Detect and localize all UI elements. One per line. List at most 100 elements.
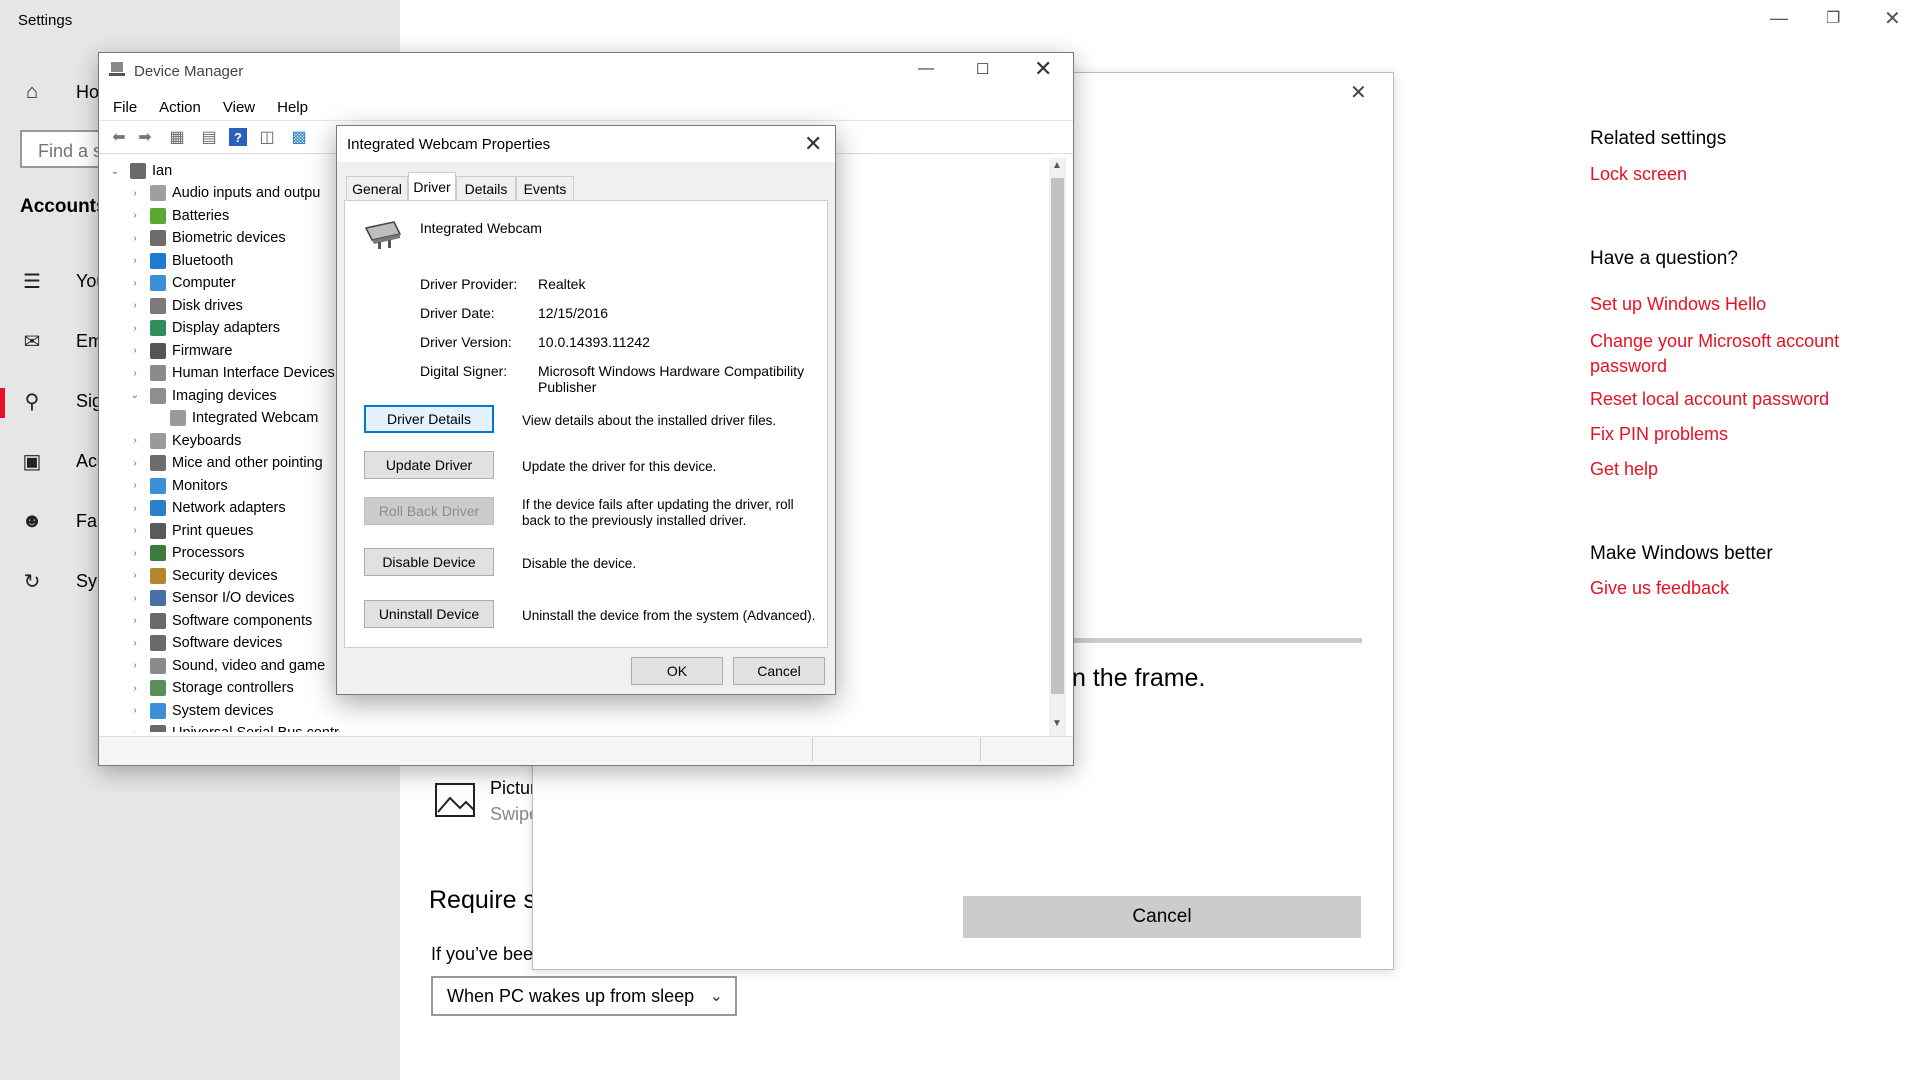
tree-item[interactable]: › Sound, video and game bbox=[128, 655, 325, 677]
cancel-button[interactable]: Cancel bbox=[733, 657, 825, 685]
tree-root[interactable]: ⌄ Ian bbox=[108, 160, 172, 182]
dm-maximize-button[interactable]: ☐ bbox=[976, 60, 989, 78]
properties-icon[interactable]: ▤ bbox=[197, 126, 221, 148]
change-ms-password-link[interactable]: Change your Microsoft account password bbox=[1590, 329, 1880, 379]
chevron-right-icon[interactable]: › bbox=[128, 660, 142, 671]
chevron-down-icon[interactable]: ⌄ bbox=[128, 390, 142, 401]
tree-item[interactable]: › Universal Serial Bus controllers bbox=[128, 722, 340, 732]
device-category-icon bbox=[150, 612, 166, 629]
tree-item[interactable]: › Network adapters bbox=[128, 497, 286, 519]
driver-details-button[interactable]: Driver Details bbox=[364, 405, 494, 433]
tab-events[interactable]: Events bbox=[516, 176, 574, 200]
chevron-right-icon[interactable]: › bbox=[128, 458, 142, 469]
fix-pin-link[interactable]: Fix PIN problems bbox=[1590, 424, 1728, 445]
lock-screen-link[interactable]: Lock screen bbox=[1590, 164, 1687, 185]
tree-item[interactable]: ⌄ Imaging devices bbox=[128, 385, 277, 407]
feedback-link[interactable]: Give us feedback bbox=[1590, 578, 1729, 599]
tab-details[interactable]: Details bbox=[456, 176, 516, 200]
tree-item[interactable]: › Batteries bbox=[128, 205, 229, 227]
tree-item[interactable]: › Human Interface Devices bbox=[128, 362, 335, 384]
chevron-right-icon[interactable]: › bbox=[128, 683, 142, 694]
update-driver-button[interactable]: Update Driver bbox=[364, 451, 494, 479]
chevron-right-icon[interactable]: › bbox=[128, 435, 142, 446]
menu-action[interactable]: Action bbox=[159, 99, 201, 116]
tree-item[interactable]: › Audio inputs and outpu bbox=[128, 182, 320, 204]
scroll-down-arrow-icon[interactable]: ▼ bbox=[1052, 718, 1062, 729]
menu-help[interactable]: Help bbox=[277, 99, 308, 116]
ok-button[interactable]: OK bbox=[631, 657, 723, 685]
chevron-down-icon[interactable]: ⌄ bbox=[108, 166, 122, 177]
dialog-close-icon[interactable]: ✕ bbox=[804, 131, 822, 157]
chevron-right-icon[interactable]: › bbox=[128, 638, 142, 649]
setup-hello-link[interactable]: Set up Windows Hello bbox=[1590, 294, 1766, 315]
chevron-right-icon[interactable]: › bbox=[128, 615, 142, 626]
device-category-icon bbox=[150, 522, 166, 539]
close-button[interactable]: ✕ bbox=[1884, 6, 1901, 31]
disable-device-button[interactable]: Disable Device bbox=[364, 548, 494, 576]
tree-item[interactable]: › Computer bbox=[128, 272, 236, 294]
tree-item[interactable]: › Firmware bbox=[128, 340, 232, 362]
restore-button[interactable]: ❐ bbox=[1826, 8, 1840, 28]
chevron-right-icon[interactable]: › bbox=[128, 480, 142, 491]
uninstall-device-button[interactable]: Uninstall Device bbox=[364, 600, 494, 628]
action-view-icon[interactable]: ◫ bbox=[255, 126, 279, 148]
chevron-right-icon[interactable]: › bbox=[128, 570, 142, 581]
tree-item[interactable]: › Bluetooth bbox=[128, 250, 233, 272]
chevron-right-icon[interactable]: › bbox=[128, 300, 142, 311]
help-icon[interactable]: ? bbox=[229, 128, 247, 146]
back-icon[interactable]: ⬅ bbox=[107, 126, 131, 148]
forward-icon[interactable]: ➡ bbox=[133, 126, 157, 148]
chevron-right-icon[interactable]: › bbox=[128, 728, 142, 733]
close-icon[interactable]: ✕ bbox=[1350, 80, 1367, 105]
tree-item-label: Display adapters bbox=[172, 320, 280, 336]
tab-driver[interactable]: Driver bbox=[408, 172, 456, 201]
tree-item[interactable]: › Display adapters bbox=[128, 317, 280, 339]
chevron-right-icon[interactable]: › bbox=[128, 368, 142, 379]
chevron-right-icon[interactable]: › bbox=[128, 210, 142, 221]
dm-minimize-button[interactable]: — bbox=[918, 60, 934, 78]
dm-close-button[interactable]: ✕ bbox=[1034, 56, 1052, 82]
scan-hardware-icon[interactable]: ▩ bbox=[287, 126, 311, 148]
tree-item[interactable]: › Sensor I/O devices bbox=[128, 587, 295, 609]
require-signin-dropdown[interactable]: When PC wakes up from sleep ⌄ bbox=[431, 976, 737, 1016]
tree-item[interactable]: Integrated Webcam bbox=[148, 407, 318, 429]
chevron-right-icon[interactable]: › bbox=[128, 548, 142, 559]
tree-item[interactable]: › Software devices bbox=[128, 632, 282, 654]
menu-file[interactable]: File bbox=[113, 99, 137, 116]
device-category-icon bbox=[150, 635, 166, 651]
chevron-right-icon[interactable]: › bbox=[128, 503, 142, 514]
menu-view[interactable]: View bbox=[223, 99, 255, 116]
tree-item[interactable]: › Mice and other pointing bbox=[128, 452, 323, 474]
chevron-right-icon[interactable]: › bbox=[128, 323, 142, 334]
tree-item[interactable]: › Keyboards bbox=[128, 430, 241, 452]
show-hide-tree-icon[interactable]: ▦ bbox=[165, 126, 189, 148]
reset-local-password-link[interactable]: Reset local account password bbox=[1590, 389, 1829, 410]
tree-item[interactable]: › Storage controllers bbox=[128, 677, 294, 699]
chevron-right-icon[interactable]: › bbox=[128, 525, 142, 536]
chevron-right-icon[interactable]: › bbox=[128, 345, 142, 356]
get-help-link[interactable]: Get help bbox=[1590, 459, 1658, 480]
driver-version-value: 10.0.14393.11242 bbox=[538, 334, 650, 350]
hello-cancel-button[interactable]: Cancel bbox=[963, 896, 1361, 938]
tree-item[interactable]: › Monitors bbox=[128, 475, 228, 497]
scrollbar-thumb[interactable] bbox=[1051, 178, 1064, 694]
minimize-button[interactable]: — bbox=[1770, 8, 1788, 29]
tree-item[interactable]: › Print queues bbox=[128, 520, 253, 542]
tree-item[interactable]: › Security devices bbox=[128, 565, 278, 587]
tab-general[interactable]: General bbox=[346, 176, 408, 200]
chevron-right-icon[interactable]: › bbox=[128, 188, 142, 199]
tree-item[interactable]: › Processors bbox=[128, 542, 245, 564]
briefcase-icon: ▣ bbox=[22, 450, 42, 473]
chevron-right-icon[interactable]: › bbox=[128, 278, 142, 289]
tree-item-label: Processors bbox=[172, 545, 245, 561]
tree-item[interactable]: › System devices bbox=[128, 700, 274, 722]
scroll-up-arrow-icon[interactable]: ▲ bbox=[1052, 160, 1062, 171]
tree-item[interactable]: › Disk drives bbox=[128, 295, 243, 317]
chevron-right-icon[interactable]: › bbox=[128, 705, 142, 716]
chevron-right-icon[interactable]: › bbox=[128, 593, 142, 604]
chevron-right-icon[interactable]: › bbox=[128, 255, 142, 266]
chevron-right-icon[interactable]: › bbox=[128, 233, 142, 244]
tree-item[interactable]: › Software components bbox=[128, 610, 312, 632]
tree-item[interactable]: › Biometric devices bbox=[128, 227, 286, 249]
action-description: If the device fails after updating the d… bbox=[522, 497, 794, 528]
